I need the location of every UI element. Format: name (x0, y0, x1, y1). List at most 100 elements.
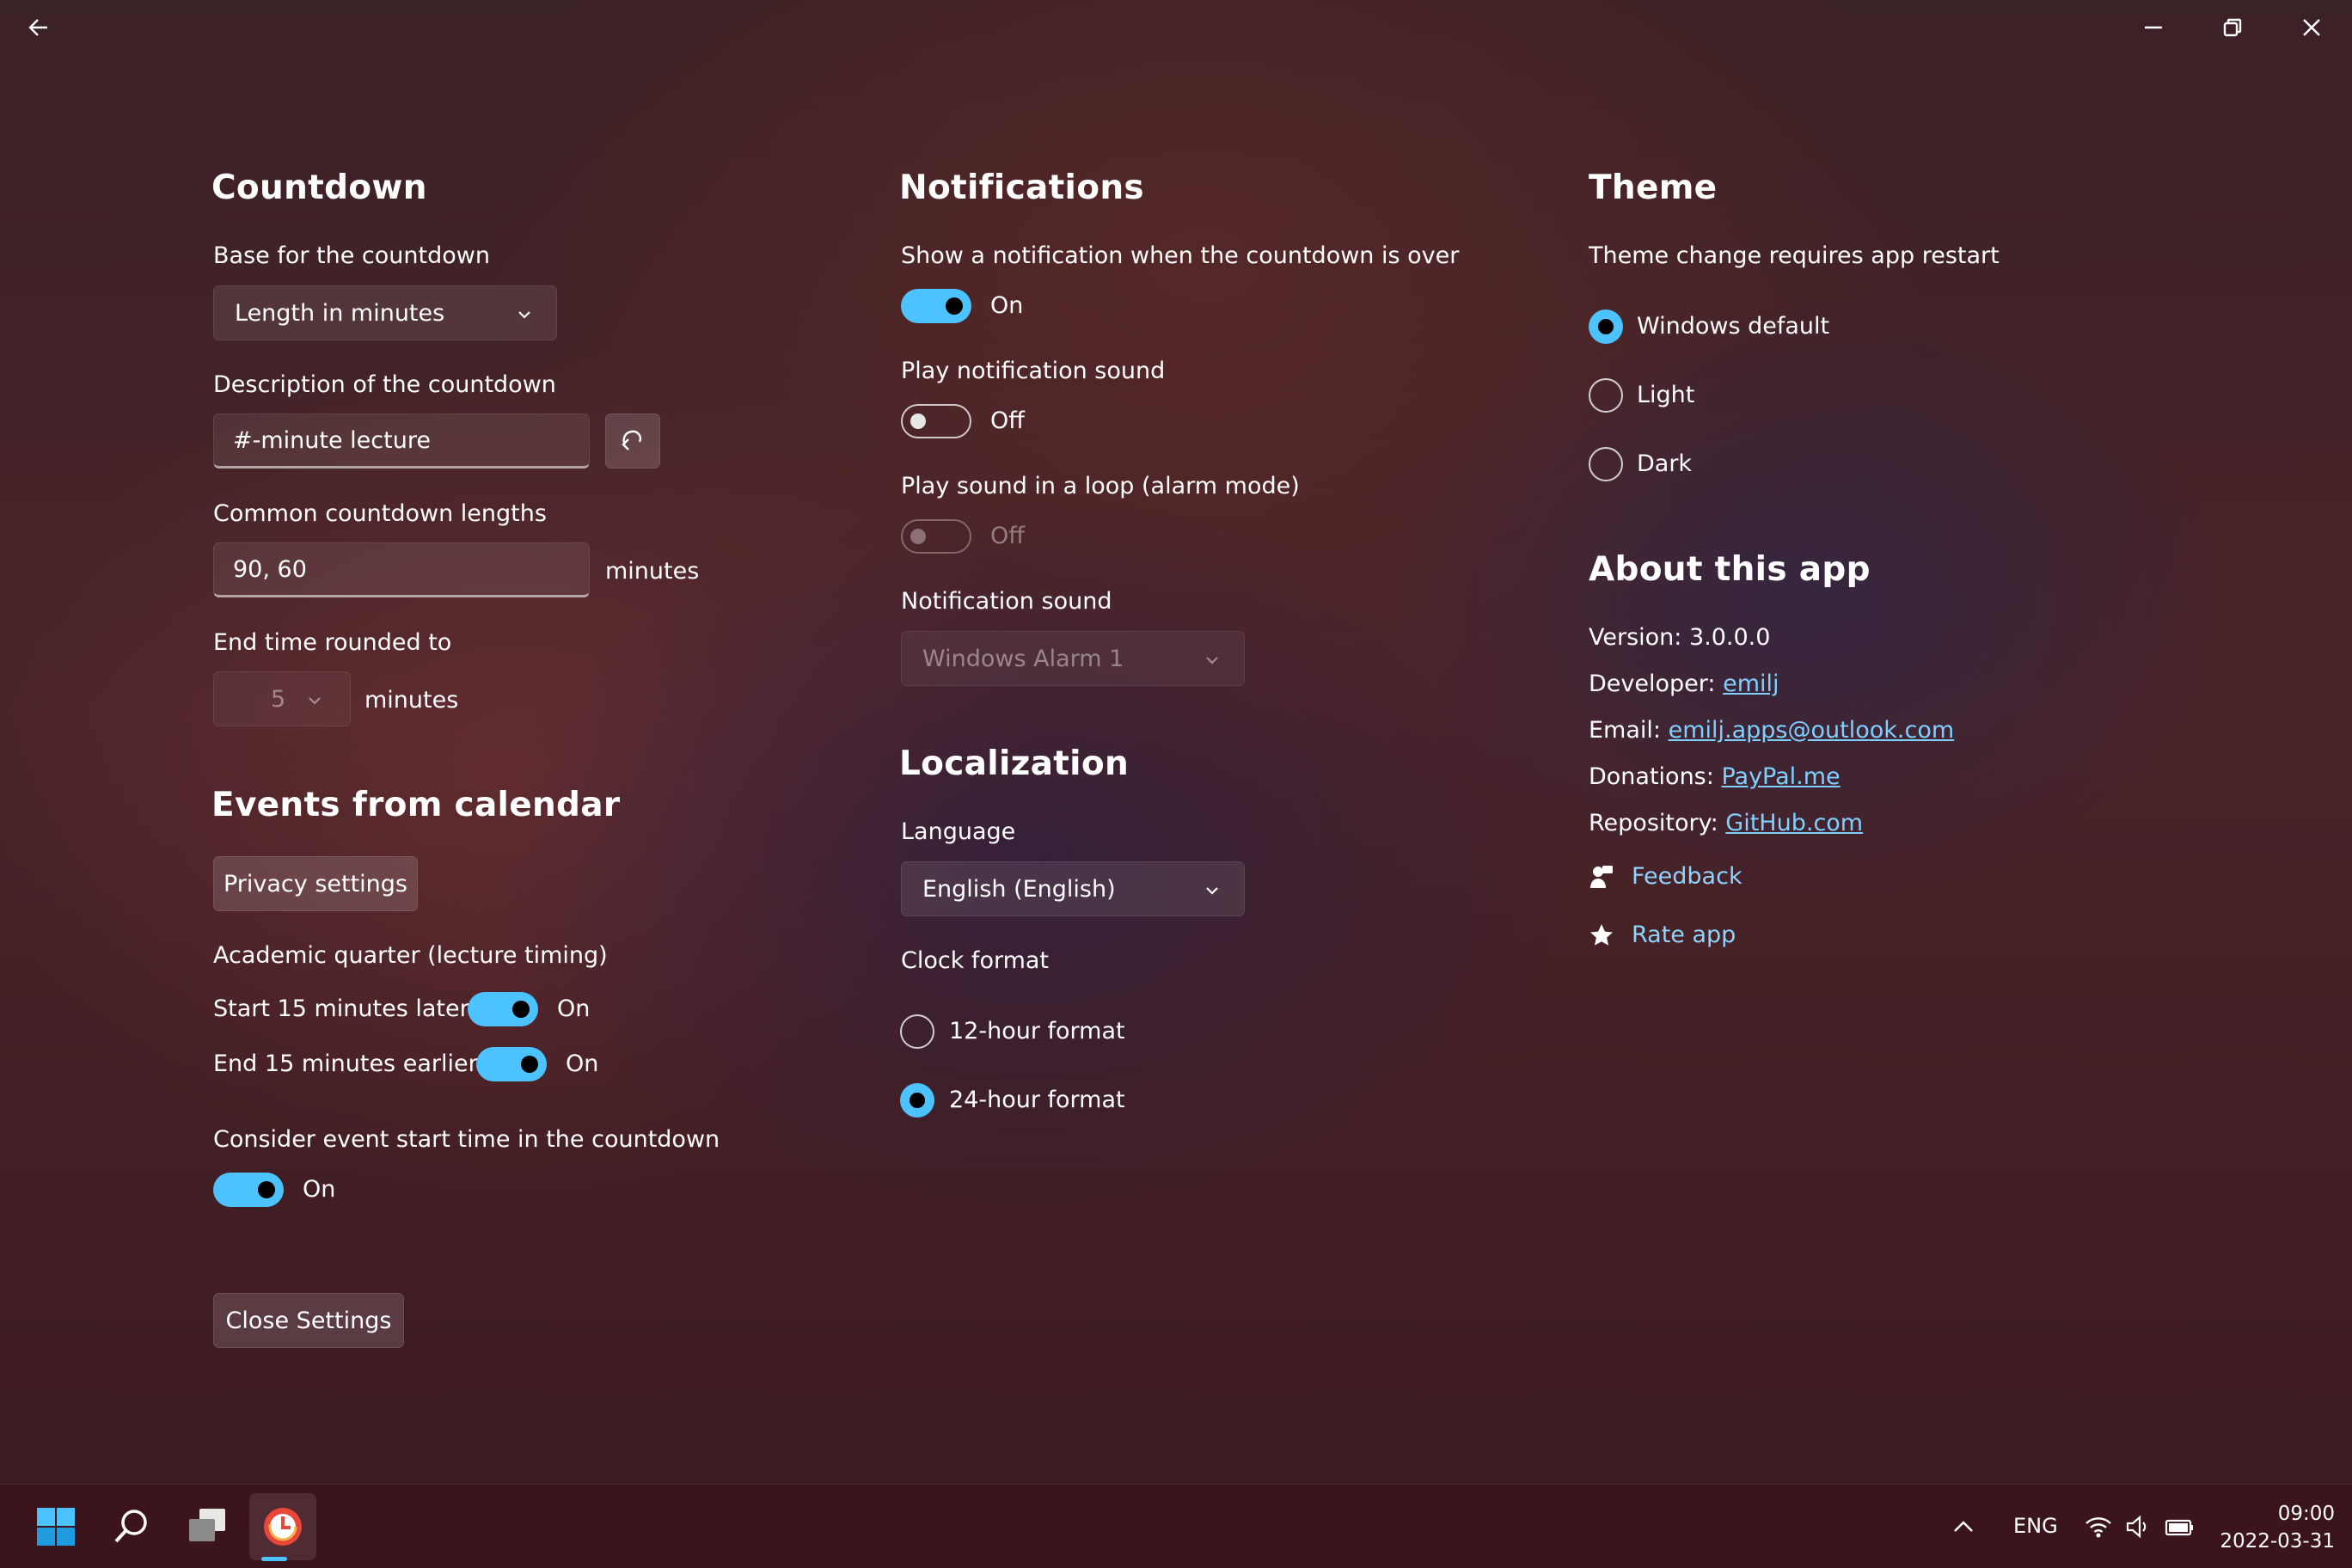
clock-time: 09:00 (2277, 1503, 2335, 1525)
clock-12-radio[interactable] (900, 1014, 934, 1049)
chevron-down-icon (309, 697, 321, 705)
restore-button[interactable] (2194, 0, 2271, 55)
notification-sound-value: Windows Alarm 1 (922, 645, 1124, 672)
start-button[interactable] (22, 1493, 89, 1560)
start-later-state: On (557, 995, 591, 1022)
base-value: Length in minutes (235, 299, 445, 327)
description-value: #-minute lecture (233, 426, 431, 454)
common-value: 90, 60 (233, 555, 307, 583)
minimize-icon (2145, 26, 2162, 29)
theme-light-radio[interactable] (1589, 378, 1623, 413)
play-sound-state: Off (990, 407, 1025, 434)
active-app-indicator (261, 1557, 287, 1561)
rounded-unit: minutes (364, 687, 459, 714)
chevron-down-icon (1206, 887, 1218, 895)
battery-icon (2165, 1519, 2193, 1536)
search-button[interactable] (98, 1493, 165, 1560)
clock-12-label[interactable]: 12-hour format (949, 1018, 1125, 1044)
clock-date: 2022-03-31 (2220, 1530, 2335, 1553)
email-row: Email: emilj.apps@outlook.com (1589, 717, 1954, 744)
star-icon (1590, 923, 1613, 946)
theme-windows-default-radio[interactable] (1589, 309, 1623, 344)
rounded-label: End time rounded to (213, 629, 452, 656)
language-combobox[interactable]: English (English) (901, 861, 1245, 916)
developer-link[interactable]: emilj (1723, 671, 1779, 697)
theme-dark-radio[interactable] (1589, 447, 1623, 481)
theme-dark-label[interactable]: Dark (1637, 450, 1692, 477)
email-link[interactable]: emilj.apps@outlook.com (1669, 717, 1955, 744)
chevron-down-icon (518, 311, 530, 319)
feedback-link[interactable]: Feedback (1589, 863, 1743, 890)
base-label: Base for the countdown (213, 242, 490, 269)
notification-sound-combobox[interactable]: Windows Alarm 1 (901, 631, 1245, 686)
version-value: 3.0.0.0 (1688, 624, 1771, 651)
countdown-heading: Countdown (211, 168, 427, 207)
undo-icon (622, 430, 642, 450)
restore-icon (2223, 18, 2242, 37)
common-label: Common countdown lengths (213, 500, 547, 527)
repository-link[interactable]: GitHub.com (1725, 810, 1863, 836)
show-notification-state: On (990, 292, 1024, 319)
feedback-label: Feedback (1632, 863, 1743, 890)
close-window-button[interactable] (2273, 0, 2350, 55)
end-earlier-toggle[interactable] (476, 1047, 547, 1081)
version-row: Version: 3.0.0.0 (1589, 624, 1770, 651)
loop-sound-state: Off (990, 523, 1025, 549)
wifi-icon (2086, 1517, 2111, 1538)
arrow-left-icon (28, 19, 47, 36)
base-combobox[interactable]: Length in minutes (213, 285, 557, 340)
theme-light-label[interactable]: Light (1637, 382, 1694, 408)
back-button[interactable] (0, 0, 77, 55)
play-sound-toggle[interactable] (901, 404, 971, 438)
notification-sound-label: Notification sound (901, 588, 1112, 615)
donations-label: Donations: (1589, 763, 1714, 790)
notifications-heading: Notifications (899, 168, 1144, 207)
description-label: Description of the countdown (213, 371, 556, 398)
privacy-settings-button[interactable]: Privacy settings (213, 856, 418, 911)
reset-description-button[interactable] (605, 413, 660, 469)
end-earlier-label: End 15 minutes earlier (213, 1050, 478, 1077)
task-view-button[interactable] (174, 1493, 241, 1560)
common-lengths-input[interactable]: 90, 60 (213, 542, 590, 597)
clock-24-radio[interactable] (900, 1083, 934, 1118)
close-settings-button[interactable]: Close Settings (213, 1293, 404, 1348)
clock-24-label[interactable]: 24-hour format (949, 1087, 1125, 1113)
consider-label: Consider event start time in the countdo… (213, 1126, 720, 1153)
rounded-combobox[interactable]: 5 (213, 671, 351, 726)
clock-area[interactable]: 09:00 2022-03-31 (2218, 1500, 2335, 1555)
play-sound-label: Play notification sound (901, 358, 1166, 384)
quick-settings-button[interactable] (2075, 1493, 2204, 1560)
about-heading: About this app (1589, 550, 1871, 589)
donations-row: Donations: PayPal.me (1589, 763, 1841, 790)
theme-windows-default-label[interactable]: Windows default (1637, 313, 1829, 340)
rounded-value: 5 (271, 685, 286, 713)
consider-toggle[interactable] (213, 1173, 284, 1207)
language-label: Language (901, 818, 1016, 845)
show-hidden-icons-button[interactable] (1938, 1493, 1989, 1560)
donations-link[interactable]: PayPal.me (1721, 763, 1840, 790)
description-input[interactable]: #-minute lecture (213, 413, 590, 469)
search-icon (114, 1510, 147, 1543)
task-view-icon (189, 1509, 225, 1541)
developer-label: Developer: (1589, 671, 1716, 697)
version-label: Version: (1589, 624, 1682, 651)
volume-icon (2126, 1515, 2147, 1539)
end-earlier-state: On (566, 1050, 599, 1077)
countdown-app-taskbar-button[interactable] (249, 1493, 316, 1560)
rate-app-link[interactable]: Rate app (1589, 922, 1736, 948)
chevron-up-icon (1954, 1521, 1973, 1532)
repository-label: Repository: (1589, 810, 1718, 836)
quarter-label: Academic quarter (lecture timing) (213, 942, 608, 969)
feedback-icon (1590, 865, 1613, 888)
events-heading: Events from calendar (211, 786, 621, 824)
minimize-button[interactable] (2115, 0, 2192, 55)
chevron-down-icon (1206, 657, 1218, 665)
input-language[interactable]: ENG (2013, 1514, 2058, 1538)
start-later-label: Start 15 minutes later (213, 995, 469, 1022)
loop-sound-toggle[interactable] (901, 519, 971, 554)
show-notification-toggle[interactable] (901, 289, 971, 323)
theme-heading: Theme (1589, 168, 1718, 207)
windows-icon (37, 1508, 75, 1546)
start-later-toggle[interactable] (468, 992, 538, 1026)
rate-app-label: Rate app (1632, 922, 1736, 948)
